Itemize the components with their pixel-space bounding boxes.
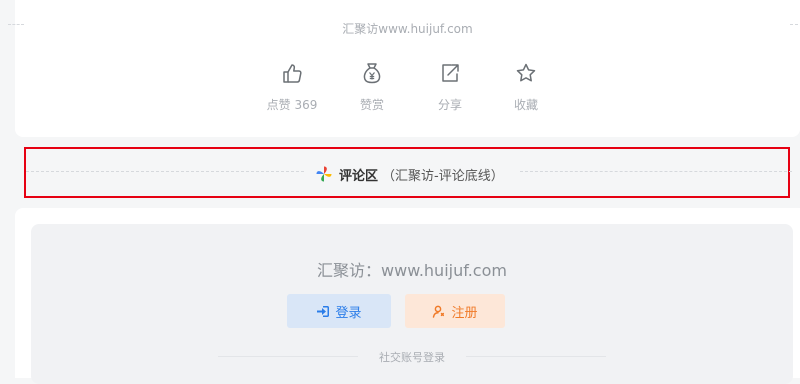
share-label: 分享 bbox=[437, 98, 462, 112]
login-site-line: 汇聚访：www.huijuf.com bbox=[317, 261, 507, 280]
share-button[interactable]: 分享 bbox=[420, 62, 480, 113]
login-panel: 汇聚访：www.huijuf.com 登录 注册 社交账号登录 bbox=[31, 224, 793, 384]
favorite-button[interactable]: 收藏 bbox=[496, 62, 556, 113]
share-icon bbox=[442, 64, 459, 82]
dashed-line-left bbox=[26, 171, 304, 172]
register-button[interactable]: 注册 bbox=[405, 294, 505, 328]
pinwheel-icon bbox=[316, 166, 332, 182]
comment-card: 汇聚访：www.huijuf.com 登录 注册 社交账号登录 bbox=[15, 208, 800, 384]
comment-divider: 评论区 （汇聚访-评论底线） bbox=[315, 163, 504, 185]
sign-in-icon bbox=[317, 305, 330, 317]
user-icon bbox=[433, 305, 445, 318]
money-bag-icon bbox=[363, 63, 381, 84]
comment-divider-highlight: 评论区 （汇聚访-评论底线） bbox=[24, 147, 792, 198]
like-button[interactable]: 点赞 369 bbox=[262, 62, 322, 113]
login-button[interactable]: 登录 bbox=[287, 294, 391, 328]
star-icon bbox=[516, 63, 536, 82]
reward-label: 赞赏 bbox=[359, 98, 384, 112]
site-watermark: 汇聚访www.huijuf.com bbox=[342, 22, 473, 36]
dashed-line-right bbox=[520, 171, 792, 172]
register-button-label: 注册 bbox=[451, 305, 478, 321]
like-label: 点赞 369 bbox=[266, 98, 318, 112]
comment-section-subtitle: （汇聚访-评论底线） bbox=[382, 168, 504, 184]
favorite-label: 收藏 bbox=[513, 98, 538, 112]
social-login-label: 社交账号登录 bbox=[379, 351, 445, 364]
login-button-label: 登录 bbox=[335, 305, 362, 321]
dashed-line-edge-left bbox=[8, 24, 24, 25]
comment-section-title: 评论区 bbox=[339, 168, 379, 184]
article-actions: 点赞 369 赞赏 分享 收藏 bbox=[15, 62, 800, 122]
dashed-line-edge-right bbox=[790, 24, 798, 25]
thumbs-up-icon bbox=[283, 64, 302, 83]
article-footer-card: 汇聚访www.huijuf.com 点赞 369 赞赏 分享 收藏 bbox=[15, 0, 800, 137]
reward-button[interactable]: 赞赏 bbox=[342, 62, 402, 113]
